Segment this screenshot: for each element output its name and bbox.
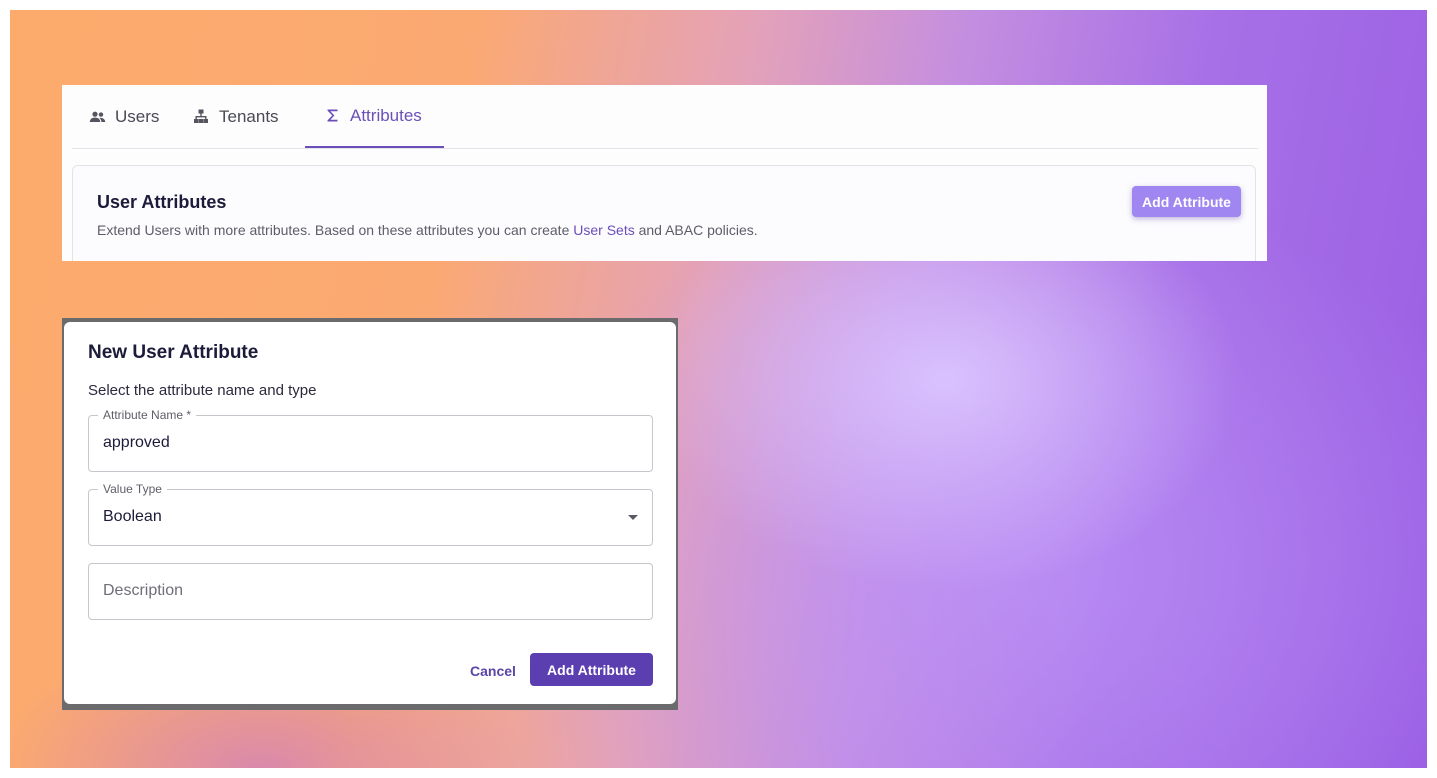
attribute-name-label: Attribute Name *	[98, 408, 197, 422]
user-sets-link[interactable]: User Sets	[573, 222, 634, 238]
attributes-page-panel: Users Tenants Attributes User Attributes…	[62, 85, 1267, 261]
tab-bar: Users Tenants Attributes	[72, 85, 1258, 149]
add-attribute-button[interactable]: Add Attribute	[1132, 186, 1241, 217]
dialog-backdrop: New User Attribute Select the attribute …	[62, 318, 678, 710]
new-user-attribute-dialog: New User Attribute Select the attribute …	[64, 322, 676, 704]
section-title: User Attributes	[97, 192, 227, 212]
tab-attributes[interactable]: Attributes	[305, 85, 444, 148]
tab-users[interactable]: Users	[88, 85, 159, 148]
value-type-select[interactable]: Value Type Boolean	[88, 482, 653, 546]
cancel-button[interactable]: Cancel	[464, 656, 522, 686]
description-text-end: and ABAC policies.	[634, 222, 758, 238]
tab-attributes-label: Attributes	[350, 105, 422, 125]
tab-tenants[interactable]: Tenants	[192, 85, 279, 148]
tab-tenants-label: Tenants	[219, 106, 279, 126]
attribute-name-field[interactable]: Attribute Name * approved	[88, 408, 653, 472]
dialog-title: New User Attribute	[88, 342, 259, 363]
description-placeholder: Description	[103, 582, 184, 599]
attribute-name-value: approved	[103, 434, 170, 451]
description-text-start: Extend Users with more attributes. Based…	[97, 222, 574, 238]
value-type-label: Value Type	[98, 482, 167, 496]
dialog-add-attribute-button[interactable]: Add Attribute	[530, 653, 653, 686]
dialog-subtitle: Select the attribute name and type	[88, 382, 317, 399]
tab-users-label: Users	[115, 106, 160, 126]
users-icon	[88, 111, 106, 123]
description-field[interactable]: Description	[88, 563, 653, 620]
dropdown-arrow-icon[interactable]	[628, 515, 638, 520]
tenants-hierarchy-icon	[192, 109, 210, 124]
value-type-value: Boolean	[103, 508, 162, 525]
user-attributes-card: User Attributes Extend Users with more a…	[72, 165, 1256, 261]
section-description: Extend Users with more attributes. Based…	[97, 222, 758, 238]
sigma-icon	[323, 109, 341, 122]
